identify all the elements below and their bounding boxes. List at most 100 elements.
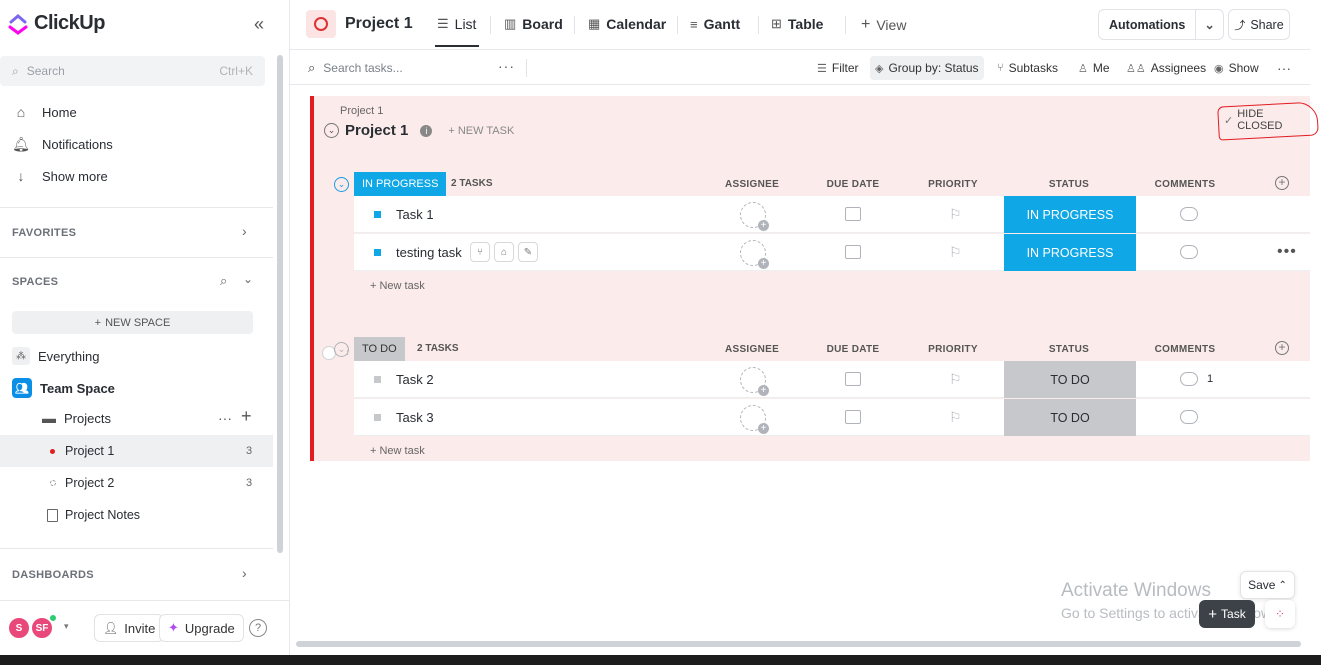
column-header-comments[interactable]: COMMENTS bbox=[1145, 344, 1225, 355]
avatar[interactable]: S bbox=[7, 616, 31, 640]
comment-icon[interactable] bbox=[1180, 410, 1198, 424]
spaces-collapse-icon[interactable]: ⌄ bbox=[243, 272, 253, 286]
me-button[interactable]: ♙ Me bbox=[1073, 56, 1115, 80]
nav-show-more[interactable]: ↓ Show more bbox=[12, 168, 108, 184]
folder-more-icon[interactable]: ··· bbox=[218, 410, 232, 426]
avatar-chevron-icon[interactable]: ▾ bbox=[64, 621, 69, 632]
add-assignee-icon[interactable] bbox=[740, 367, 769, 396]
column-header-priority[interactable]: PRIORITY bbox=[913, 344, 993, 355]
new-task-button[interactable]: + New task bbox=[370, 280, 425, 292]
breadcrumb[interactable]: Project 1 bbox=[340, 105, 383, 117]
chevron-down-icon[interactable]: ⌄ bbox=[1196, 17, 1222, 32]
flag-icon[interactable]: ⚐ bbox=[949, 409, 962, 426]
comment-icon[interactable] bbox=[1180, 372, 1198, 386]
table-row[interactable]: testing task ⑂ ⌂ ✎ ⚐ IN PROGRESS ••• bbox=[354, 234, 1310, 271]
task-name[interactable]: testing task bbox=[396, 245, 462, 260]
table-row[interactable]: Task 3 ⚐ TO DO bbox=[354, 399, 1310, 436]
add-assignee-icon[interactable] bbox=[740, 202, 769, 231]
tab-board[interactable]: ▥ Board bbox=[504, 16, 563, 32]
row-more-icon[interactable]: ••• bbox=[1277, 243, 1297, 261]
collapse-group-icon[interactable]: ⌄ bbox=[334, 177, 349, 192]
add-assignee-icon[interactable] bbox=[740, 405, 769, 434]
calendar-icon[interactable] bbox=[845, 245, 861, 259]
tab-table[interactable]: ⊞ Table bbox=[771, 16, 823, 32]
calendar-icon[interactable] bbox=[845, 372, 861, 386]
nav-home[interactable]: ⌂ Home bbox=[12, 104, 77, 120]
sidebar-item-team-space[interactable]: 👥︎ Team Space bbox=[12, 378, 115, 398]
collapse-sidebar-icon[interactable]: « bbox=[254, 14, 264, 35]
more-options-icon[interactable]: ··· bbox=[1272, 56, 1296, 80]
subtask-icon[interactable]: ⑂ bbox=[470, 242, 490, 262]
apps-icon[interactable]: ⁘ bbox=[1265, 600, 1295, 628]
nav-notifications[interactable]: 🔔︎ Notifications bbox=[12, 136, 113, 153]
status-badge[interactable]: TO DO bbox=[354, 337, 405, 361]
help-icon[interactable]: ? bbox=[249, 619, 267, 637]
add-column-icon[interactable]: + bbox=[1275, 341, 1289, 355]
collapse-list-icon[interactable]: ⌄ bbox=[324, 123, 339, 138]
create-task-button[interactable]: + Task bbox=[1199, 600, 1255, 628]
add-assignee-icon[interactable] bbox=[740, 240, 769, 269]
show-button[interactable]: ◉ Show bbox=[1209, 56, 1264, 80]
comment-icon[interactable] bbox=[1180, 245, 1198, 259]
sidebar-search-input[interactable]: ⌕ Search Ctrl+K bbox=[0, 56, 265, 86]
folder-add-icon[interactable]: + bbox=[241, 406, 252, 427]
flag-icon[interactable]: ⚐ bbox=[949, 371, 962, 388]
status-square-icon[interactable] bbox=[374, 414, 381, 421]
collapse-group-icon[interactable]: ⌄ bbox=[334, 342, 349, 357]
status-square-icon[interactable] bbox=[374, 211, 381, 218]
sidebar-item-project-2[interactable]: Project 2 3 bbox=[0, 467, 273, 499]
task-name[interactable]: Task 1 bbox=[396, 207, 434, 222]
sidebar-item-project-1[interactable]: Project 1 3 bbox=[0, 435, 273, 467]
filter-button[interactable]: ☰ Filter bbox=[812, 56, 864, 80]
project-icon[interactable] bbox=[306, 10, 336, 38]
comment-icon[interactable] bbox=[1180, 207, 1198, 221]
calendar-icon[interactable] bbox=[845, 207, 861, 221]
upgrade-button[interactable]: ✦ Upgrade bbox=[159, 614, 244, 642]
add-view-button[interactable]: + View bbox=[861, 16, 906, 34]
column-header-status[interactable]: STATUS bbox=[1029, 179, 1109, 190]
status-cell[interactable]: IN PROGRESS bbox=[1004, 196, 1136, 233]
info-icon[interactable]: i bbox=[420, 124, 433, 137]
new-space-button[interactable]: + NEW SPACE bbox=[12, 311, 253, 334]
table-row[interactable]: Task 1 ⚐ IN PROGRESS bbox=[354, 196, 1310, 233]
new-task-link[interactable]: + NEW TASK bbox=[448, 125, 514, 137]
sidebar-scrollbar[interactable] bbox=[277, 55, 283, 553]
flag-icon[interactable]: ⚐ bbox=[949, 244, 962, 261]
dashboards-expand-icon[interactable]: › bbox=[242, 565, 247, 581]
task-name[interactable]: Task 2 bbox=[396, 372, 434, 387]
share-button[interactable]: ⤴ Share bbox=[1228, 9, 1290, 40]
save-button[interactable]: Save ⌃ bbox=[1240, 571, 1295, 599]
tag-icon[interactable]: ⌂ bbox=[494, 242, 514, 262]
list-title[interactable]: Project 1 bbox=[345, 122, 408, 139]
status-badge[interactable]: IN PROGRESS bbox=[354, 172, 447, 196]
edit-icon[interactable]: ✎ bbox=[518, 242, 538, 262]
sidebar-item-everything[interactable]: ⁂ Everything bbox=[12, 347, 99, 365]
spaces-search-icon[interactable]: ⌕ bbox=[220, 273, 227, 289]
column-header-due-date[interactable]: DUE DATE bbox=[813, 179, 893, 190]
sidebar-item-project-notes[interactable]: Project Notes bbox=[0, 499, 273, 531]
status-cell[interactable]: TO DO bbox=[1004, 361, 1136, 398]
search-options-icon[interactable]: ··· bbox=[498, 58, 515, 74]
column-header-assignee[interactable]: ASSIGNEE bbox=[712, 179, 792, 190]
flag-icon[interactable]: ⚐ bbox=[949, 206, 962, 223]
status-square-icon[interactable] bbox=[374, 376, 381, 383]
column-header-assignee[interactable]: ASSIGNEE bbox=[712, 344, 792, 355]
tab-gantt[interactable]: ≡ Gantt bbox=[690, 16, 740, 32]
task-search-input[interactable]: ⌕ Search tasks... bbox=[308, 60, 403, 76]
column-header-comments[interactable]: COMMENTS bbox=[1145, 179, 1225, 190]
new-task-button[interactable]: + New task bbox=[370, 445, 425, 457]
add-column-icon[interactable]: + bbox=[1275, 176, 1289, 190]
column-header-status[interactable]: STATUS bbox=[1029, 344, 1109, 355]
task-name[interactable]: Task 3 bbox=[396, 410, 434, 425]
status-cell[interactable]: TO DO bbox=[1004, 399, 1136, 436]
group-by-button[interactable]: ◈ Group by: Status bbox=[870, 56, 984, 80]
horizontal-scrollbar[interactable] bbox=[296, 641, 1301, 647]
column-header-due-date[interactable]: DUE DATE bbox=[813, 344, 893, 355]
invite-button[interactable]: 👤︎ Invite bbox=[94, 614, 165, 642]
status-cell[interactable]: IN PROGRESS bbox=[1004, 234, 1136, 271]
status-square-icon[interactable] bbox=[374, 249, 381, 256]
favorites-expand-icon[interactable]: › bbox=[242, 223, 247, 239]
table-row[interactable]: Task 2 ⚐ TO DO 1 bbox=[354, 361, 1310, 398]
tab-calendar[interactable]: ▦ Calendar bbox=[588, 16, 666, 32]
page-title[interactable]: Project 1 bbox=[345, 15, 413, 33]
